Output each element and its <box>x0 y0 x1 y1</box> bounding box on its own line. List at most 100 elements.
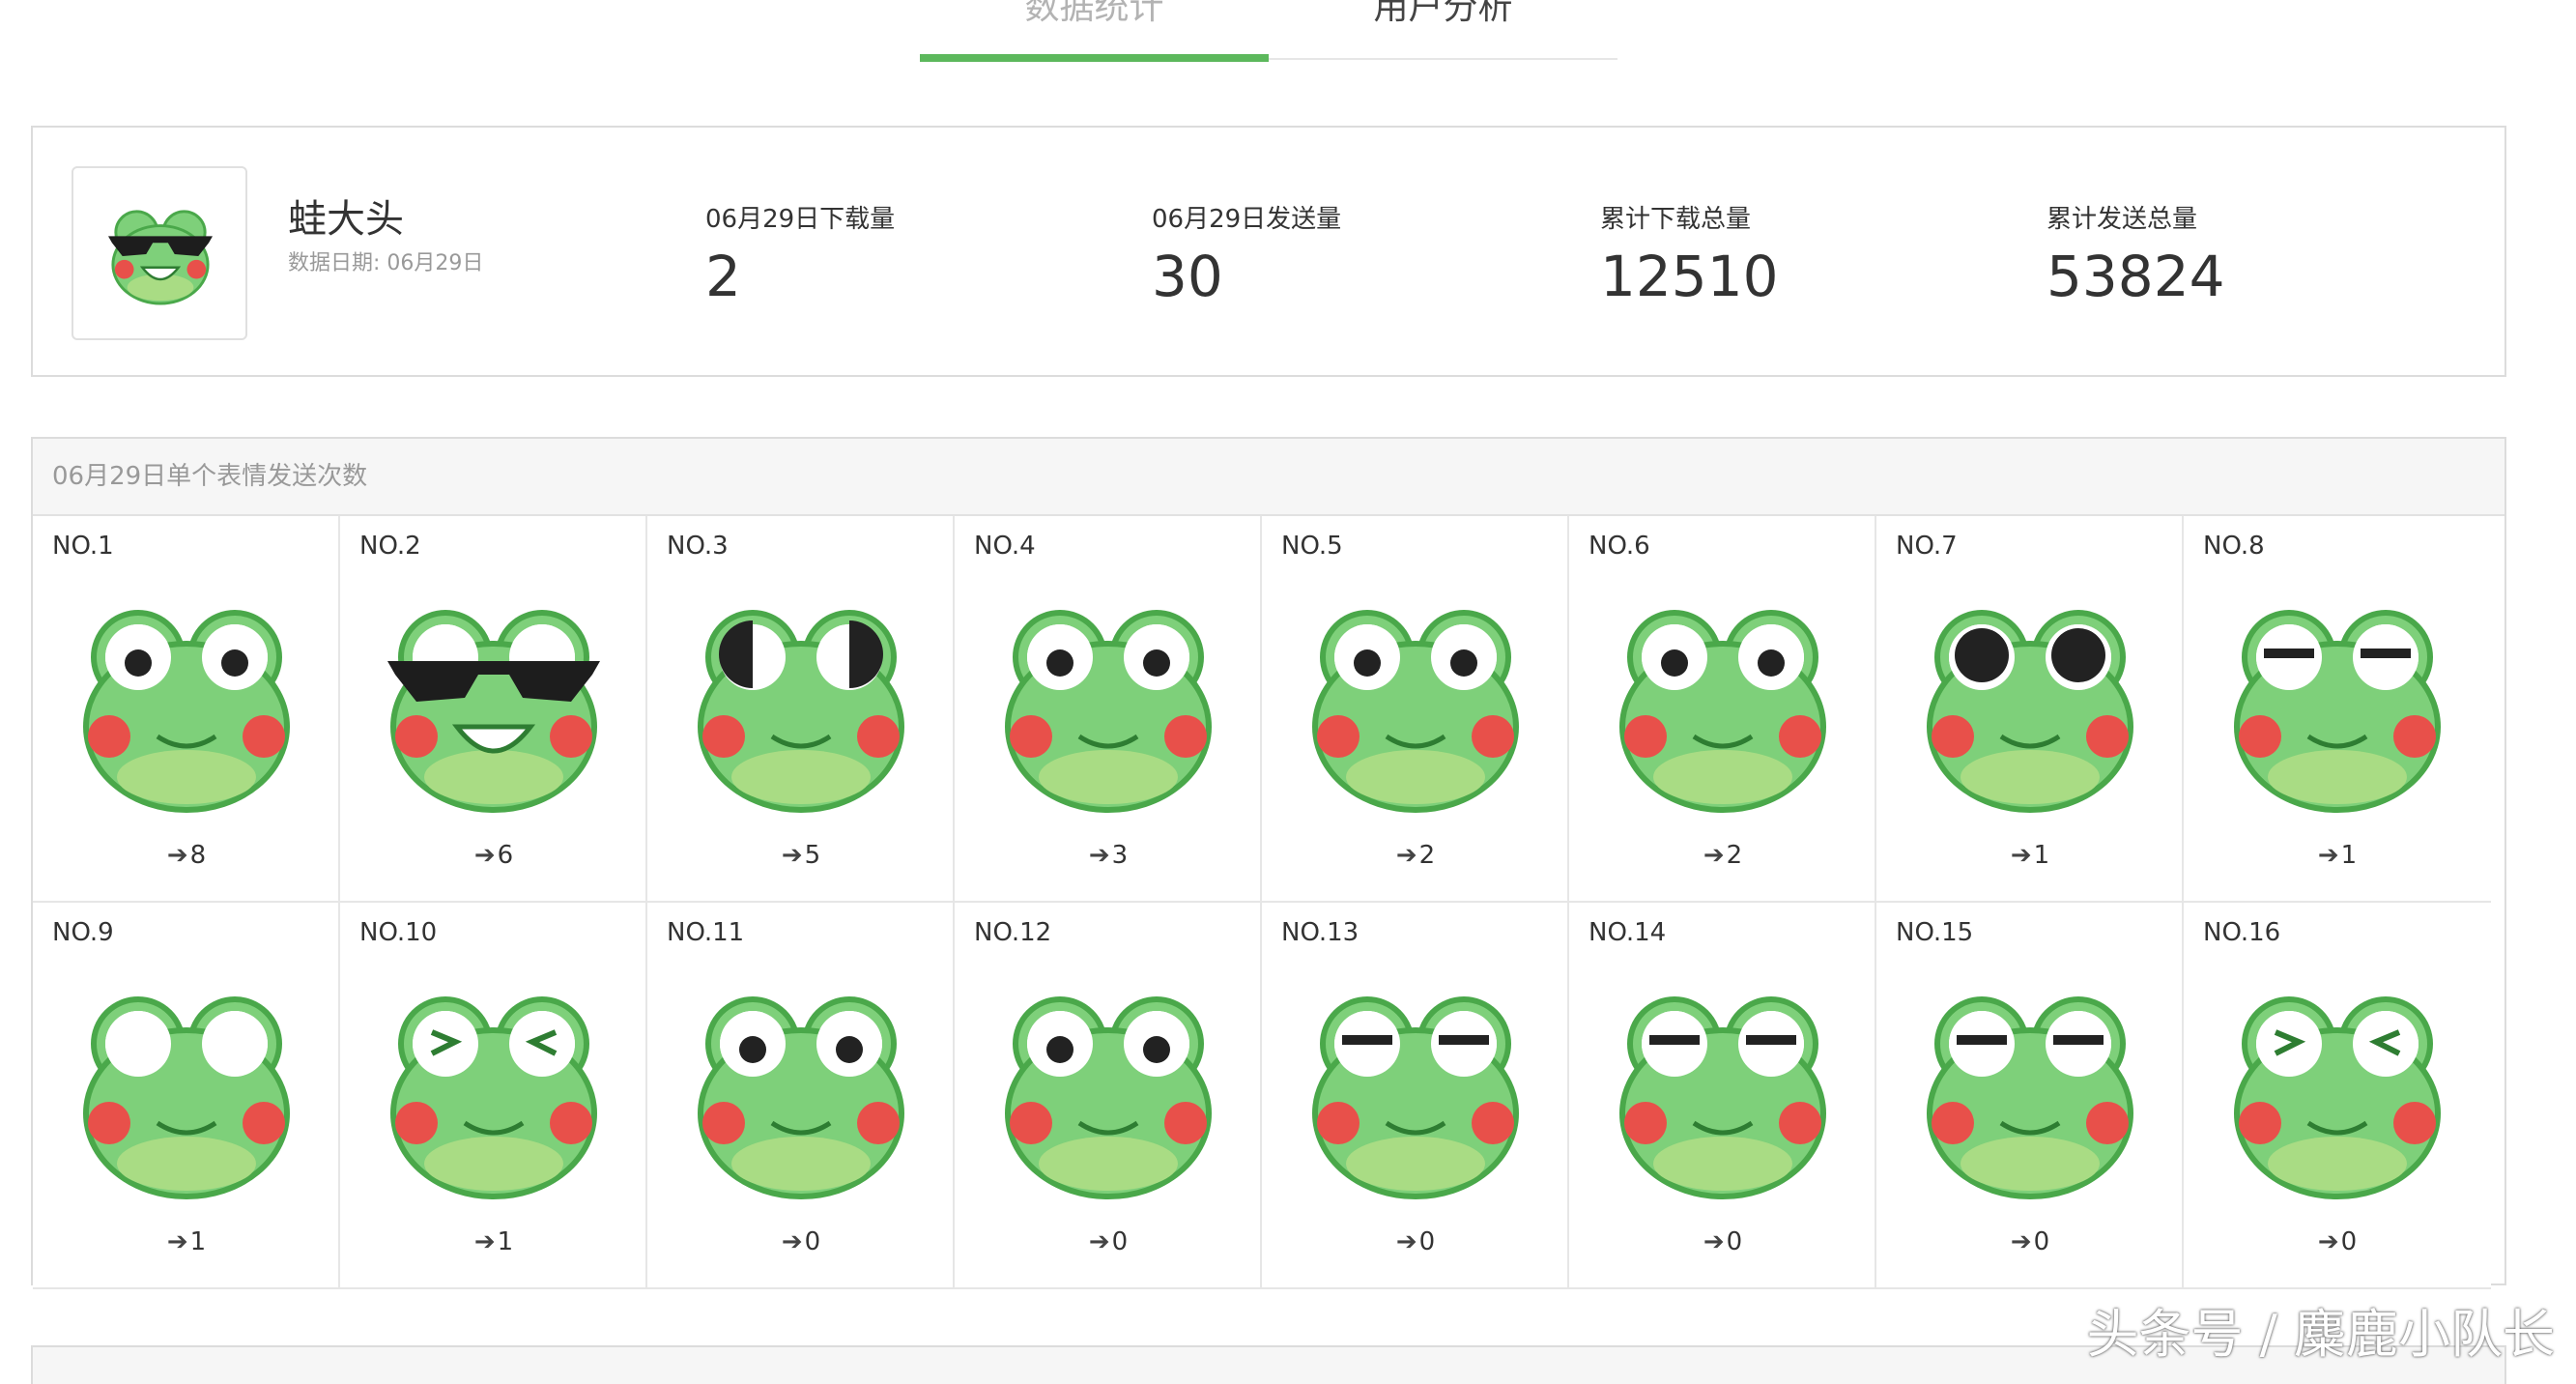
emoji-card[interactable]: NO.6 ➔2 <box>1569 516 1876 903</box>
emoji-card[interactable]: NO.13 ➔0 <box>1262 903 1569 1289</box>
send-count-value: 1 <box>2340 841 2358 870</box>
emoji-rank: NO.16 <box>2203 918 2281 947</box>
emoji-card[interactable]: NO.7 ➔1 <box>1876 516 2184 903</box>
arrow-right-icon: ➔ <box>1395 841 1417 870</box>
arrow-right-icon: ➔ <box>1088 1227 1110 1256</box>
frog-sparkle-icon <box>698 996 904 1199</box>
frog-speechless-icon <box>83 996 290 1199</box>
stat-value: 12510 <box>1600 244 1779 309</box>
send-count-value: 0 <box>1418 1227 1436 1256</box>
arrow-right-icon: ➔ <box>166 1227 188 1256</box>
send-count: ➔3 <box>955 841 1262 870</box>
arrow-right-icon: ➔ <box>1703 841 1725 870</box>
arrow-right-icon: ➔ <box>1703 1227 1725 1256</box>
frog-dizzy-icon <box>2234 996 2441 1199</box>
emoji-rank: NO.1 <box>52 532 114 561</box>
stat-daily-sends: 06月29日发送量 30 <box>1152 199 1341 304</box>
emoji-card[interactable]: NO.4 ➔3 <box>955 516 1262 903</box>
pack-thumbnail <box>72 166 247 340</box>
stat-label: 累计发送总量 <box>2046 205 2198 234</box>
frog-sunglasses-icon <box>108 210 213 305</box>
emoji-card[interactable]: NO.3 ➔5 <box>647 516 955 903</box>
send-count: ➔5 <box>647 841 955 870</box>
emoji-rank: NO.14 <box>1589 918 1667 947</box>
panel-title: 06月29日单个表情发送次数 <box>33 439 2504 516</box>
emoji-rank: NO.15 <box>1896 918 1974 947</box>
frog-bandaged-icon <box>1005 610 1212 813</box>
emoji-card[interactable]: NO.5 ➔2 <box>1262 516 1569 903</box>
stat-total-sends: 累计发送总量 53824 <box>2046 199 2225 304</box>
send-count: ➔6 <box>340 841 647 870</box>
arrow-right-icon: ➔ <box>781 841 803 870</box>
emoji-card[interactable]: NO.1 ➔8 <box>33 516 340 903</box>
send-count: ➔1 <box>340 1227 647 1256</box>
stat-label: 06月29日发送量 <box>1152 205 1342 234</box>
emoji-card[interactable]: NO.2 ➔6 <box>340 516 647 903</box>
emoji-rank: NO.7 <box>1896 532 1958 561</box>
emoji-card[interactable]: NO.11 ➔0 <box>647 903 955 1289</box>
send-count: ➔1 <box>2184 841 2491 870</box>
send-count-value: 0 <box>1726 1227 1743 1256</box>
emoji-rank: NO.11 <box>667 918 745 947</box>
send-count-value: 6 <box>497 841 514 870</box>
send-count: ➔2 <box>1569 841 1876 870</box>
emoji-rank: NO.5 <box>1281 532 1343 561</box>
arrow-right-icon: ➔ <box>781 1227 803 1256</box>
arrow-right-icon: ➔ <box>2317 841 2339 870</box>
data-date-value: 06月29日 <box>386 251 484 275</box>
arrow-right-icon: ➔ <box>166 841 188 870</box>
arrow-right-icon: ➔ <box>2010 841 2032 870</box>
emoji-ranking-panel: 06月29日单个表情发送次数 NO.1 ➔8 NO.2 ➔6 NO.3 ➔5 NO.4 ➔3 N… <box>31 437 2506 1289</box>
frog-happy-icon <box>83 610 290 813</box>
send-count-value: 2 <box>1726 841 1743 870</box>
send-count-value: 8 <box>189 841 207 870</box>
arrow-right-icon: ➔ <box>1088 841 1110 870</box>
emoji-card[interactable]: NO.15 ➔0 <box>1876 903 2184 1289</box>
send-count-value: 0 <box>1111 1227 1129 1256</box>
emoji-rank: NO.6 <box>1589 532 1650 561</box>
emoji-rank: NO.4 <box>974 532 1036 561</box>
frog-grimace-icon <box>1312 996 1519 1199</box>
frog-shattered-icon <box>1619 610 1826 813</box>
send-count: ➔0 <box>647 1227 955 1256</box>
stat-value: 30 <box>1152 244 1223 309</box>
tab-data-statistics[interactable]: 数据统计 <box>920 0 1269 41</box>
emoji-rank: NO.3 <box>667 532 729 561</box>
emoji-card[interactable]: NO.9 ➔1 <box>33 903 340 1289</box>
send-count: ➔0 <box>1262 1227 1569 1256</box>
send-count: ➔0 <box>1876 1227 2184 1256</box>
emoji-card[interactable]: NO.16 ➔0 <box>2184 903 2491 1289</box>
send-count-value: 0 <box>2340 1227 2358 1256</box>
send-count: ➔1 <box>1876 841 2184 870</box>
frog-laughing-icon <box>390 996 597 1199</box>
arrow-right-icon: ➔ <box>473 1227 496 1256</box>
pack-name: 蛙大头 <box>288 197 404 242</box>
send-count: ➔1 <box>33 1227 340 1256</box>
emoji-rank: NO.13 <box>1281 918 1360 947</box>
frog-unimpressed-icon <box>1619 996 1826 1199</box>
emoji-card[interactable]: NO.14 ➔0 <box>1569 903 1876 1289</box>
stat-total-downloads: 累计下载总量 12510 <box>1600 199 1779 304</box>
emoji-card[interactable]: NO.12 ➔0 <box>955 903 1262 1289</box>
arrow-right-icon: ➔ <box>2317 1227 2339 1256</box>
send-count-value: 0 <box>2033 1227 2050 1256</box>
emoji-card[interactable]: NO.10 ➔1 <box>340 903 647 1289</box>
send-count-value: 3 <box>1111 841 1129 870</box>
frog-drinking-icon <box>1927 610 2133 813</box>
watermark: 头条号 / 麋鹿小队长 <box>2086 1304 2555 1365</box>
tab-bar: 数据统计 用户分析 <box>920 0 1617 62</box>
data-date-label: 数据日期: <box>288 251 381 275</box>
tab-user-analysis[interactable]: 用户分析 <box>1269 0 1617 41</box>
arrow-right-icon: ➔ <box>473 841 496 870</box>
frog-meh-icon <box>1927 996 2133 1199</box>
emoji-rank: NO.10 <box>359 918 438 947</box>
stat-label: 06月29日下载量 <box>705 205 896 234</box>
emoji-rank: NO.8 <box>2203 532 2265 561</box>
emoji-rank: NO.12 <box>974 918 1052 947</box>
send-count: ➔0 <box>955 1227 1262 1256</box>
frog-sunglasses-icon <box>387 610 600 813</box>
frog-sideeye-icon <box>698 610 904 813</box>
emoji-card[interactable]: NO.8 ➔1 <box>2184 516 2491 903</box>
send-count: ➔2 <box>1262 841 1569 870</box>
emoji-rank: NO.9 <box>52 918 114 947</box>
